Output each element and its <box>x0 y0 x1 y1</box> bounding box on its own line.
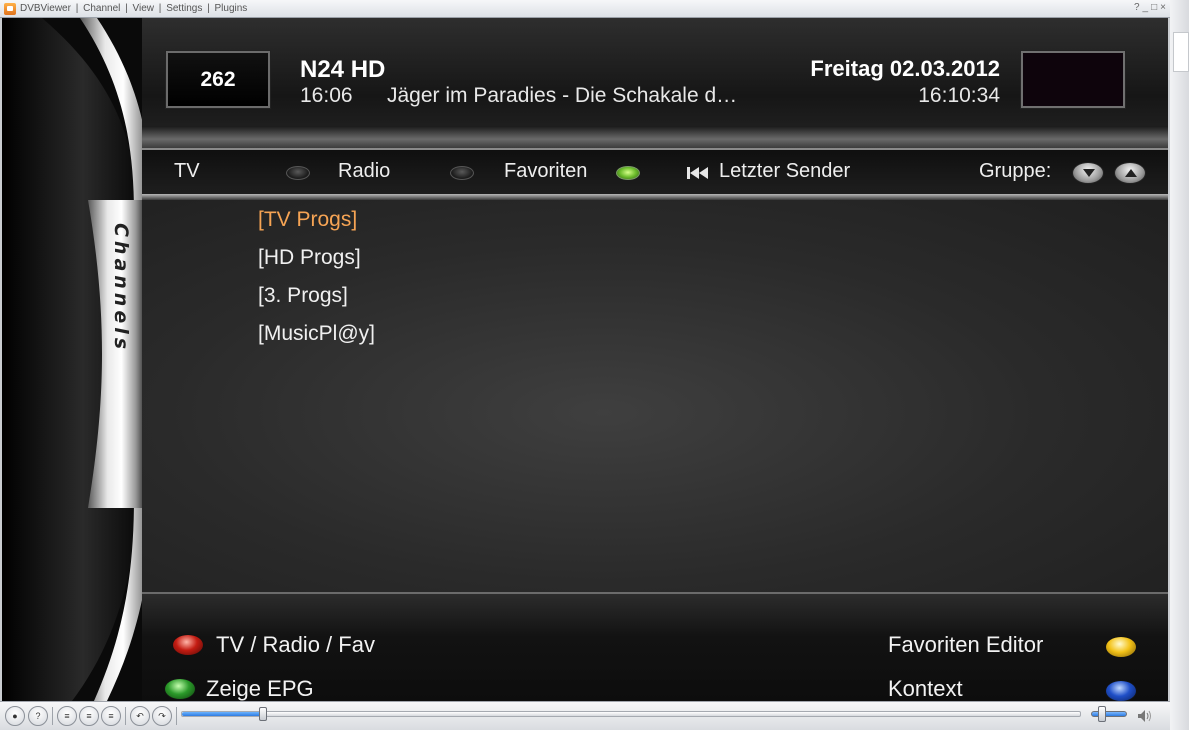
red-key-label[interactable]: TV / Radio / Fav <box>216 632 375 658</box>
radio-mode-label[interactable]: Radio <box>338 160 390 183</box>
list-mode-bar: TV Radio Favoriten Letzter Sender Gruppe… <box>142 148 1168 194</box>
help-button[interactable]: ? <box>1134 2 1140 13</box>
menu-plugins[interactable]: Plugins <box>213 3 248 14</box>
timeshift-button[interactable]: ↶ <box>130 706 150 726</box>
channels-side-tab: Channels <box>98 218 144 358</box>
record-button[interactable]: ● <box>5 706 25 726</box>
arrow-down-icon <box>1083 169 1095 177</box>
group-label: Gruppe: <box>979 160 1052 182</box>
previous-channel-icon[interactable] <box>686 165 710 181</box>
minimize-button[interactable]: _ <box>1143 2 1149 13</box>
blue-key-button[interactable] <box>1105 680 1137 701</box>
yellow-key-button[interactable] <box>1105 636 1137 658</box>
menu-view[interactable]: View <box>132 3 156 14</box>
radio-mode-indicator[interactable] <box>450 166 474 180</box>
list-item-hd-progs[interactable]: [HD Progs] <box>258 246 361 270</box>
channels-tab-label: Channels <box>110 222 132 354</box>
volume-slider[interactable] <box>1091 711 1127 717</box>
channel-info-header: 262 N24 HD 16:06 Jäger im Paradies - Die… <box>142 18 1168 148</box>
menu-settings[interactable]: Settings <box>165 3 203 14</box>
volume-thumb[interactable] <box>1098 706 1106 722</box>
list-item-musicplay[interactable]: [MusicPl@y] <box>258 322 375 346</box>
maximize-button[interactable]: □ <box>1151 2 1157 13</box>
teletext-button[interactable]: ≡ <box>101 706 121 726</box>
last-channel-label[interactable]: Letzter Sender <box>719 160 850 183</box>
green-key-label[interactable]: Zeige EPG <box>206 676 314 701</box>
window-title-bar: DVBViewer | Channel | View | Settings | … <box>0 0 1170 18</box>
blue-key-label[interactable]: Kontext <box>888 676 963 701</box>
osd-button[interactable]: ? <box>28 706 48 726</box>
red-key-button[interactable] <box>172 634 204 656</box>
channel-number-box: 262 <box>165 50 271 109</box>
desktop-edge-widget <box>1173 32 1189 72</box>
player-toolbar: ● ? ≡ ≡ ≡ ↶ ↷ <box>0 701 1170 730</box>
color-key-footer: TV / Radio / Fav Zeige EPG Favoriten Edi… <box>142 592 1168 701</box>
green-key-button[interactable] <box>164 678 196 700</box>
group-up-button[interactable] <box>1114 162 1146 184</box>
group-down-button[interactable] <box>1072 162 1104 184</box>
list-item-tv-progs[interactable]: [TV Progs] <box>258 208 357 232</box>
arrow-up-icon <box>1125 169 1137 177</box>
menu-channel[interactable]: Channel <box>82 3 121 14</box>
favorites-mode-indicator[interactable] <box>616 166 640 180</box>
seek-slider[interactable] <box>181 707 1081 721</box>
speaker-icon[interactable] <box>1136 708 1152 724</box>
yellow-key-label[interactable]: Favoriten Editor <box>888 632 1043 658</box>
seek-thumb[interactable] <box>259 707 267 721</box>
tv-mode-label[interactable]: TV <box>174 160 200 183</box>
group-list: [TV Progs] [HD Progs] [3. Progs] [MusicP… <box>142 194 1168 592</box>
epg-button[interactable]: ≡ <box>79 706 99 726</box>
seek-progress <box>182 712 263 716</box>
channel-list-button[interactable]: ≡ <box>57 706 77 726</box>
epg-start-time: 16:06 <box>300 84 353 107</box>
window-menu: DVBViewer | Channel | View | Settings | … <box>19 3 248 14</box>
channel-name: N24 HD <box>300 56 386 83</box>
desktop-background-strip <box>1170 0 1189 730</box>
favorites-mode-label[interactable]: Favoriten <box>504 160 587 183</box>
current-date: Freitag 02.03.2012 <box>810 56 1000 81</box>
close-button[interactable]: × <box>1160 2 1166 13</box>
dvbviewer-app-icon[interactable] <box>4 2 16 15</box>
list-item-3-progs[interactable]: [3. Progs] <box>258 284 348 308</box>
header-divider <box>142 126 1168 148</box>
refresh-button[interactable]: ↷ <box>152 706 172 726</box>
osd-channel-list: Channels 262 N24 HD 16:06 Jäger im Parad… <box>2 18 1168 701</box>
window-controls: ? _ □ × <box>1134 2 1166 13</box>
video-preview-box <box>1020 50 1126 109</box>
tv-radio-indicator[interactable] <box>286 166 310 180</box>
epg-title: Jäger im Paradies - Die Schakale d… <box>387 84 738 107</box>
menu-dvbviewer[interactable]: DVBViewer <box>19 3 72 14</box>
current-time: 16:10:34 <box>918 84 1000 107</box>
